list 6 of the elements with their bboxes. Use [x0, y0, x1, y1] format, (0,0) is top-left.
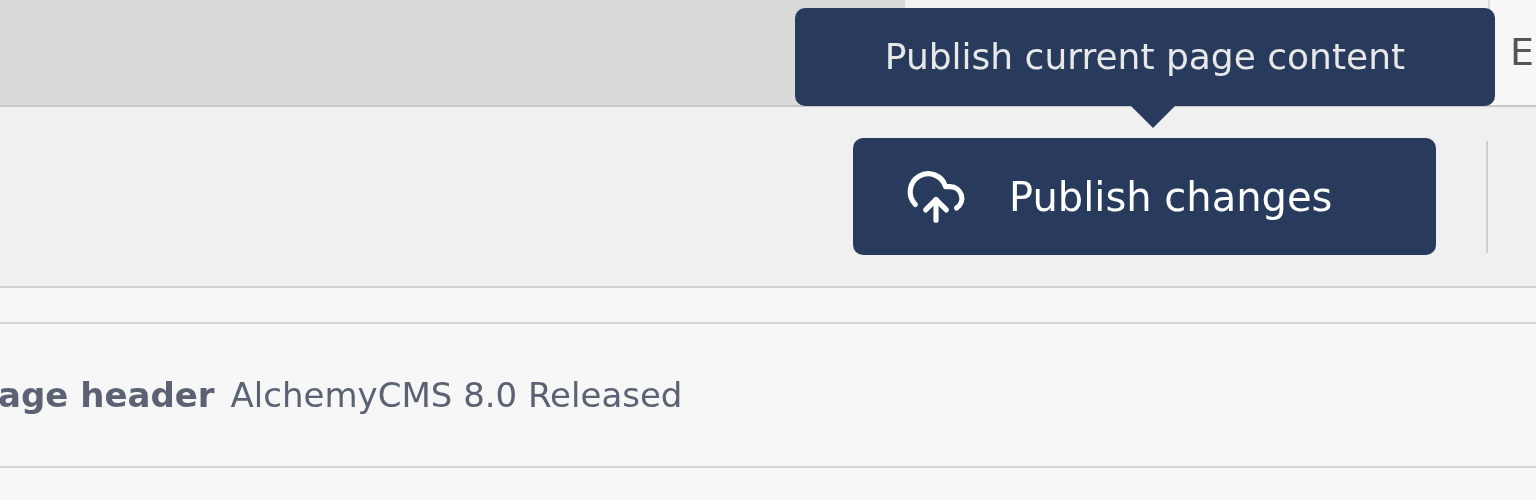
element-name: age header	[0, 373, 215, 417]
tab-label[interactable]: E	[1510, 24, 1534, 81]
element-title: AlchemyCMS 8.0 Released	[230, 373, 683, 417]
tooltip-arrow	[1131, 106, 1175, 128]
publish-button[interactable]: Publish changes	[853, 138, 1436, 255]
tooltip: Publish current page content	[795, 8, 1495, 106]
